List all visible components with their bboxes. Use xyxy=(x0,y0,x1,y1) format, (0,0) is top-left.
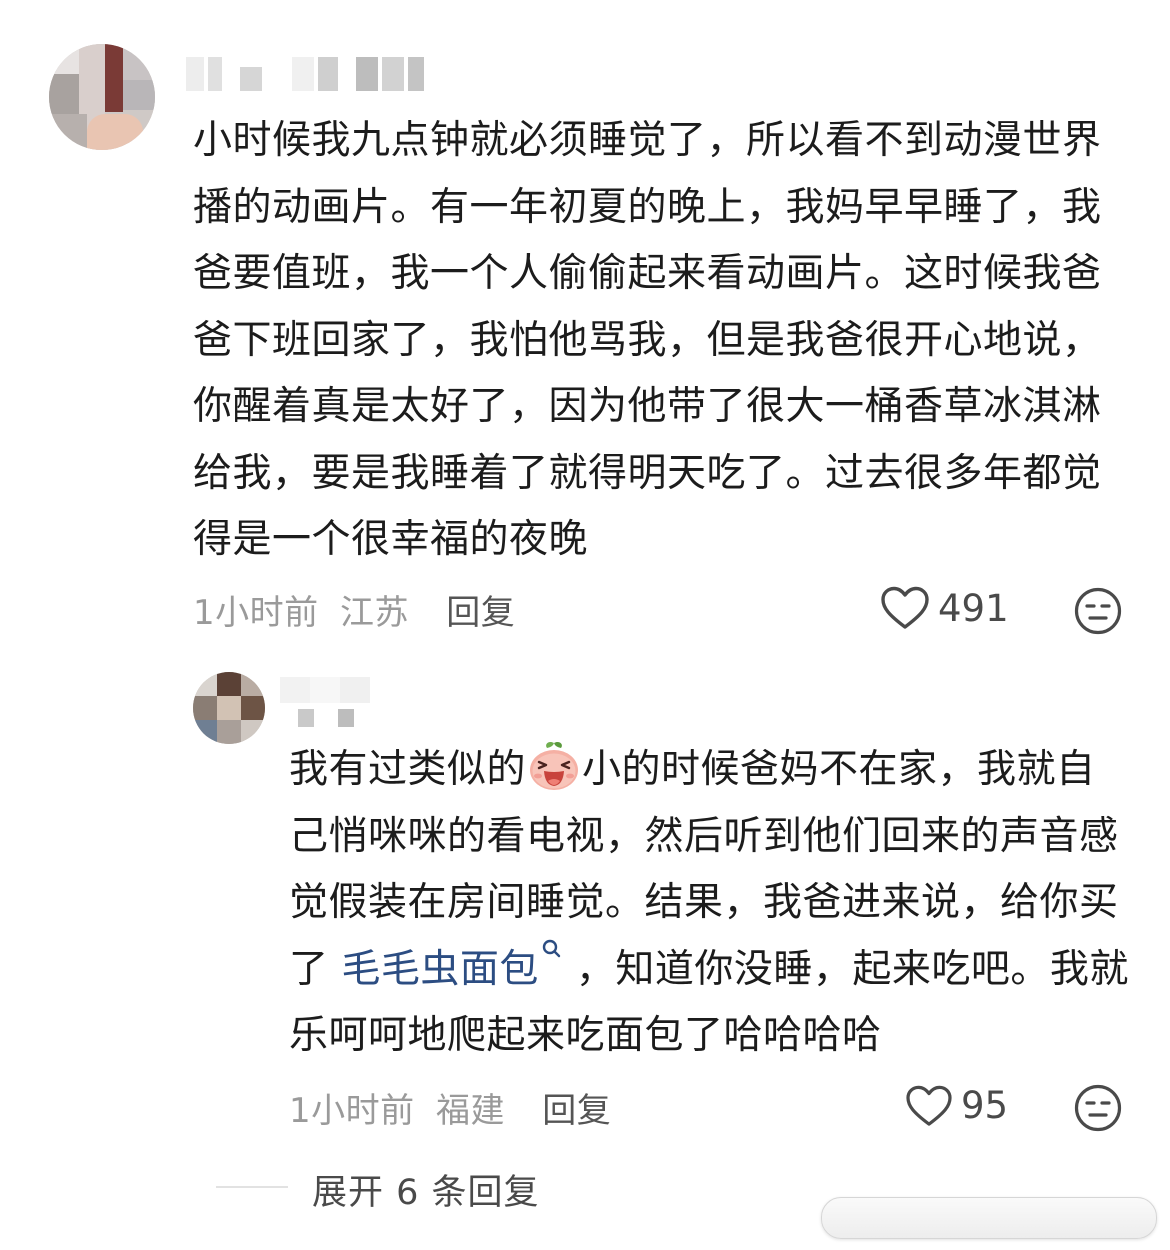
heart-icon xyxy=(906,1085,952,1126)
reply-meta: 1小时前 福建 回复 xyxy=(289,1083,611,1132)
like-button[interactable]: 491 xyxy=(880,586,1009,630)
comment-text: 小时候我九点钟就必须睡觉了，所以看不到动漫世界播的动画片。有一年初夏的晚上，我妈… xyxy=(193,118,1102,562)
comment-time: 1小时前 xyxy=(193,593,319,633)
scrollbar-thumb[interactable] xyxy=(821,1197,1157,1239)
reply-time: 1小时前 xyxy=(289,1091,415,1131)
replier-avatar[interactable] xyxy=(193,672,265,744)
reply-like-button[interactable]: 95 xyxy=(905,1084,1008,1127)
comment-meta: 1小时前 江苏 回复 xyxy=(193,585,515,634)
reply-location: 福建 xyxy=(435,1091,505,1131)
reply-text-part-1: 我有过类似的 xyxy=(289,747,527,792)
reply-like-count: 95 xyxy=(961,1084,1009,1127)
reply-to-reply-button[interactable]: 回复 xyxy=(542,1091,611,1131)
commenter-username-blurred[interactable] xyxy=(186,57,436,91)
laughing-peach-emoji xyxy=(530,741,579,790)
heart-icon xyxy=(881,586,929,629)
comment-location: 江苏 xyxy=(339,593,409,633)
replier-username-blurred[interactable] xyxy=(280,677,376,727)
reply-text: 我有过类似的 小的时候爸妈不在家，我就自己悄咪咪的看电视，然后听到他们回来的声音… xyxy=(289,737,1134,1070)
expand-divider xyxy=(216,1186,288,1188)
like-count: 491 xyxy=(938,586,1009,630)
dislike-button[interactable] xyxy=(1074,587,1122,639)
keyword-link[interactable]: 毛毛虫面包 xyxy=(341,947,539,992)
expand-replies-button[interactable]: 展开 6 条回复 xyxy=(312,1164,540,1215)
unamused-face-icon xyxy=(1074,587,1122,635)
commenter-avatar[interactable] xyxy=(49,44,155,150)
search-icon[interactable] xyxy=(541,938,563,968)
reply-dislike-button[interactable] xyxy=(1074,1084,1122,1136)
reply-button[interactable]: 回复 xyxy=(446,593,515,633)
unamused-face-icon xyxy=(1074,1084,1122,1132)
